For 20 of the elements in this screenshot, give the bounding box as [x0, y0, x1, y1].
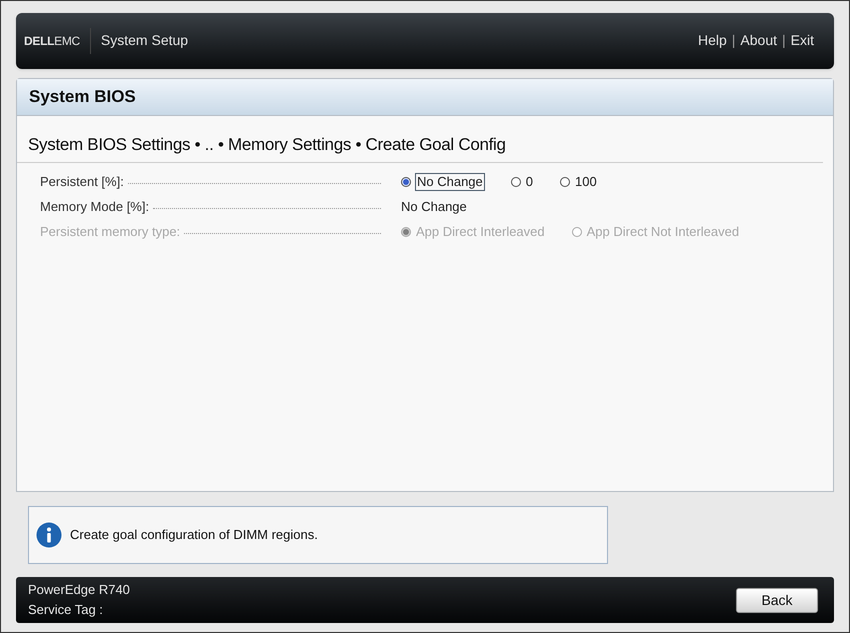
info-icon	[36, 522, 62, 548]
setting-label: Persistent [%]:	[40, 173, 124, 192]
radio-option[interactable]: 100	[560, 174, 598, 190]
setting-label: Memory Mode [%]:	[40, 198, 150, 216]
link-separator: |	[782, 31, 786, 50]
header-link[interactable]: About	[740, 30, 778, 52]
setting-label: Persistent memory type:	[40, 223, 180, 242]
radio-option[interactable]: 0	[510, 174, 534, 190]
info-text: Create goal configuration of DIMM regions.	[70, 526, 318, 544]
header-link[interactable]: Exit	[790, 30, 814, 52]
link-separator: |	[732, 31, 736, 50]
panel-title: System BIOS	[17, 78, 833, 116]
setting-value: No Change	[401, 198, 467, 216]
app-title: System Setup	[100, 31, 188, 50]
header-link[interactable]: Help	[698, 30, 727, 52]
breadcrumb: System BIOS Settings • .. • Memory Settings • Create Goal Config	[17, 116, 823, 164]
model-name: PowerEdge R740	[28, 581, 130, 600]
service-tag: Service Tag :	[28, 600, 130, 620]
back-button[interactable]: Back	[736, 588, 818, 613]
logo: DELLEMC	[24, 28, 91, 54]
